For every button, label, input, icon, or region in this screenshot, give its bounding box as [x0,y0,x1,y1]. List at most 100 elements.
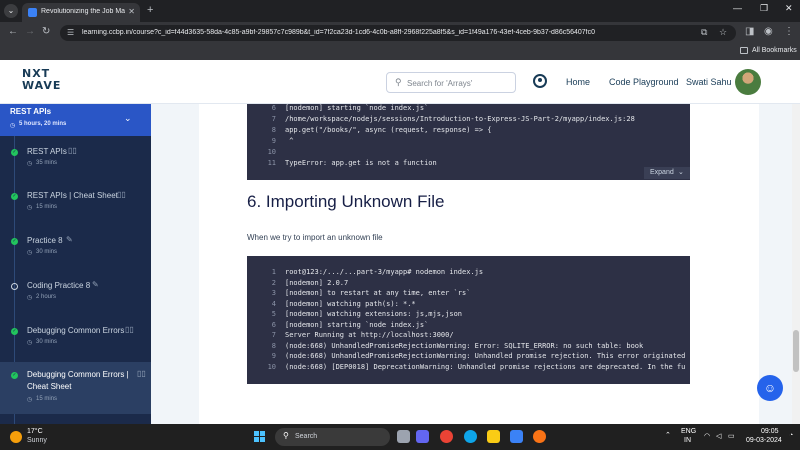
expand-button[interactable]: Expand ⌄ [644,167,690,179]
nav-home-link[interactable]: Home [566,77,590,87]
avatar[interactable] [735,69,761,95]
speaker-icon[interactable]: ◁ [716,432,721,440]
code-line: 6 [nodemon] starting `node index.js` [271,104,429,112]
user-name[interactable]: Swati Sahu [686,77,732,87]
code-line: 10 (node:668) [DEP0018] DeprecationWarnin… [267,363,686,371]
scrollbar-thumb[interactable] [793,330,799,372]
tab-search-icon[interactable]: ⌄ [4,4,18,18]
chevron-up-icon[interactable]: ⌃ [665,431,671,439]
sidebar-item-label: Practice 8 [27,236,63,245]
chrome-icon[interactable] [440,430,453,443]
code-line: 9 ^ [271,137,294,145]
sidebar-item-coding-practice-8[interactable]: Coding Practice 8 ✎ ◷ 2 hours [0,280,151,324]
book-icon: ▯▯ [68,146,77,155]
code-line: 4 [nodemon] watching path(s): *.* [271,300,416,308]
browser-tab[interactable]: Revolutionizing the Job Market ✕ [22,3,140,22]
clock-icon: ◷ [27,340,33,346]
site-info-icon[interactable]: ☰ [67,28,74,37]
sidebar-module-header[interactable]: REST APIs ◷ 5 hours, 20 mins ⌄ [0,104,151,136]
section-heading: 6. Importing Unknown File [247,192,445,211]
chevron-down-icon[interactable]: ⌄ [124,113,132,124]
battery-icon[interactable]: ▭ [728,432,735,440]
language-region[interactable]: IN [684,437,691,444]
sidebar-item-label: Debugging Common Errors | Cheat Sheet [27,370,129,391]
firefox-icon[interactable] [533,430,546,443]
back-icon[interactable]: ← [8,26,18,37]
install-app-icon[interactable]: ⧉ [701,27,707,38]
restore-icon[interactable]: ❐ [760,3,768,14]
close-tab-icon[interactable]: ✕ [128,7,135,16]
clock-icon: ◷ [27,161,33,167]
app-header: NXT WAVE ⚲ Search for 'Arrays' Home Code… [0,60,800,104]
taskbar-search[interactable]: ⚲ Search [275,428,390,446]
sidebar-item-rest-apis[interactable]: ✓ REST APIs ▯▯ ◷ 35 mins [0,146,151,190]
sidebar-item-rest-apis-cheat-sheet[interactable]: ✓ REST APIs | Cheat Sheet ▯▯ ◷ 15 mins [0,190,151,234]
reload-icon[interactable]: ↻ [42,26,50,37]
completed-check-icon: ✓ [11,149,18,156]
clock-date[interactable]: 09-03-2024 [746,437,782,444]
code-line: 5 [nodemon] watching extensions: js,mjs,j… [271,310,463,318]
pencil-icon: ✎ [66,235,73,244]
language-code[interactable]: ENG [681,428,696,435]
not-started-circle-icon [11,283,18,290]
url-text[interactable]: learning.ccbp.in/course?c_id=f44d3635-58… [82,29,682,36]
minimize-icon[interactable]: — [733,3,742,13]
pencil-icon: ✎ [92,280,99,289]
file-explorer-icon[interactable] [487,430,500,443]
module-title: REST APIs [10,107,52,116]
tab-title: Revolutionizing the Job Market [41,8,125,15]
page-scrollbar[interactable] [792,104,800,424]
code-line: 1 root@123:/.../...part-3/myapp# nodemon … [271,268,484,276]
forward-icon[interactable]: → [25,26,35,37]
notification-icon[interactable]: ◔ [789,432,793,439]
search-input[interactable]: ⚲ Search for 'Arrays' [386,72,516,93]
search-icon: ⚲ [283,431,289,440]
clock-time[interactable]: 09:05 [761,428,779,435]
bookmarks-bar: All Bookmarks [0,44,800,60]
sidebar-item-label: Coding Practice 8 [27,281,91,290]
browser-menu-icon[interactable]: ⋮ [784,26,794,37]
sidebar-item-label: REST APIs [27,147,67,156]
clock-icon: ◷ [27,205,33,211]
code-line: 8 (node:668) UnhandledPromiseRejectionWar… [271,342,644,350]
chatbot-icon[interactable]: ☺ [757,375,783,401]
folder-icon [740,47,748,54]
code-block-error-output: 6 [nodemon] starting `node index.js` 7/ho… [247,104,690,180]
weather-temperature[interactable]: 17°C [27,428,43,435]
sidebar-item-time: 2 hours [36,294,57,300]
book-icon: ▯▯ [117,190,126,199]
code-line: 6 [nodemon] starting `node index.js` [271,321,429,329]
sidebar-item-time: 15 mins [36,396,58,402]
code-line: 9 (node:668) UnhandledPromiseRejectionWar… [271,352,686,360]
window-close-icon[interactable]: ✕ [785,3,793,14]
nxtwave-logo[interactable]: NXT WAVE [22,68,61,92]
streak-icon[interactable] [533,74,547,88]
browser-tab-bar: ⌄ Revolutionizing the Job Market ✕ + — ❐… [0,0,800,22]
clock-icon: ◷ [27,250,33,256]
new-tab-icon[interactable]: + [147,4,153,16]
edge-icon[interactable] [464,430,477,443]
all-bookmarks-link[interactable]: All Bookmarks [752,47,797,54]
windows-start-icon[interactable] [254,431,266,443]
mail-icon[interactable] [510,430,523,443]
chevron-down-icon: ⌄ [678,169,684,176]
side-panel-icon[interactable]: ◨ [745,26,754,37]
sidebar-item-debugging-common-errors-cheat-sheet[interactable]: ✓ Debugging Common Errors | Cheat Sheet … [0,362,151,414]
sidebar-item-practice-8[interactable]: ✓ Practice 8 ✎ ◷ 30 mins [0,235,151,279]
completed-check-icon: ✓ [11,372,18,379]
wifi-icon[interactable]: ◠ [704,432,710,440]
code-line: 10 [267,148,276,156]
section-paragraph: When we try to import an unknown file [247,233,383,242]
code-line: 3 [nodemon] to restart at any time, enter… [271,289,471,297]
address-bar[interactable]: ☰ learning.ccbp.in/course?c_id=f44d3635-… [60,25,736,41]
nav-code-playground-link[interactable]: Code Playground [609,77,679,87]
sun-icon[interactable] [10,431,22,443]
bookmark-star-icon[interactable]: ☆ [719,27,727,38]
chat-app-icon[interactable] [416,430,429,443]
weather-description[interactable]: Sunny [27,437,47,444]
task-view-icon[interactable] [397,430,410,443]
profile-icon[interactable]: ◉ [764,26,773,37]
sidebar-item-time: 30 mins [36,249,58,255]
completed-check-icon: ✓ [11,193,18,200]
sidebar-item-label: REST APIs | Cheat Sheet [27,191,118,200]
